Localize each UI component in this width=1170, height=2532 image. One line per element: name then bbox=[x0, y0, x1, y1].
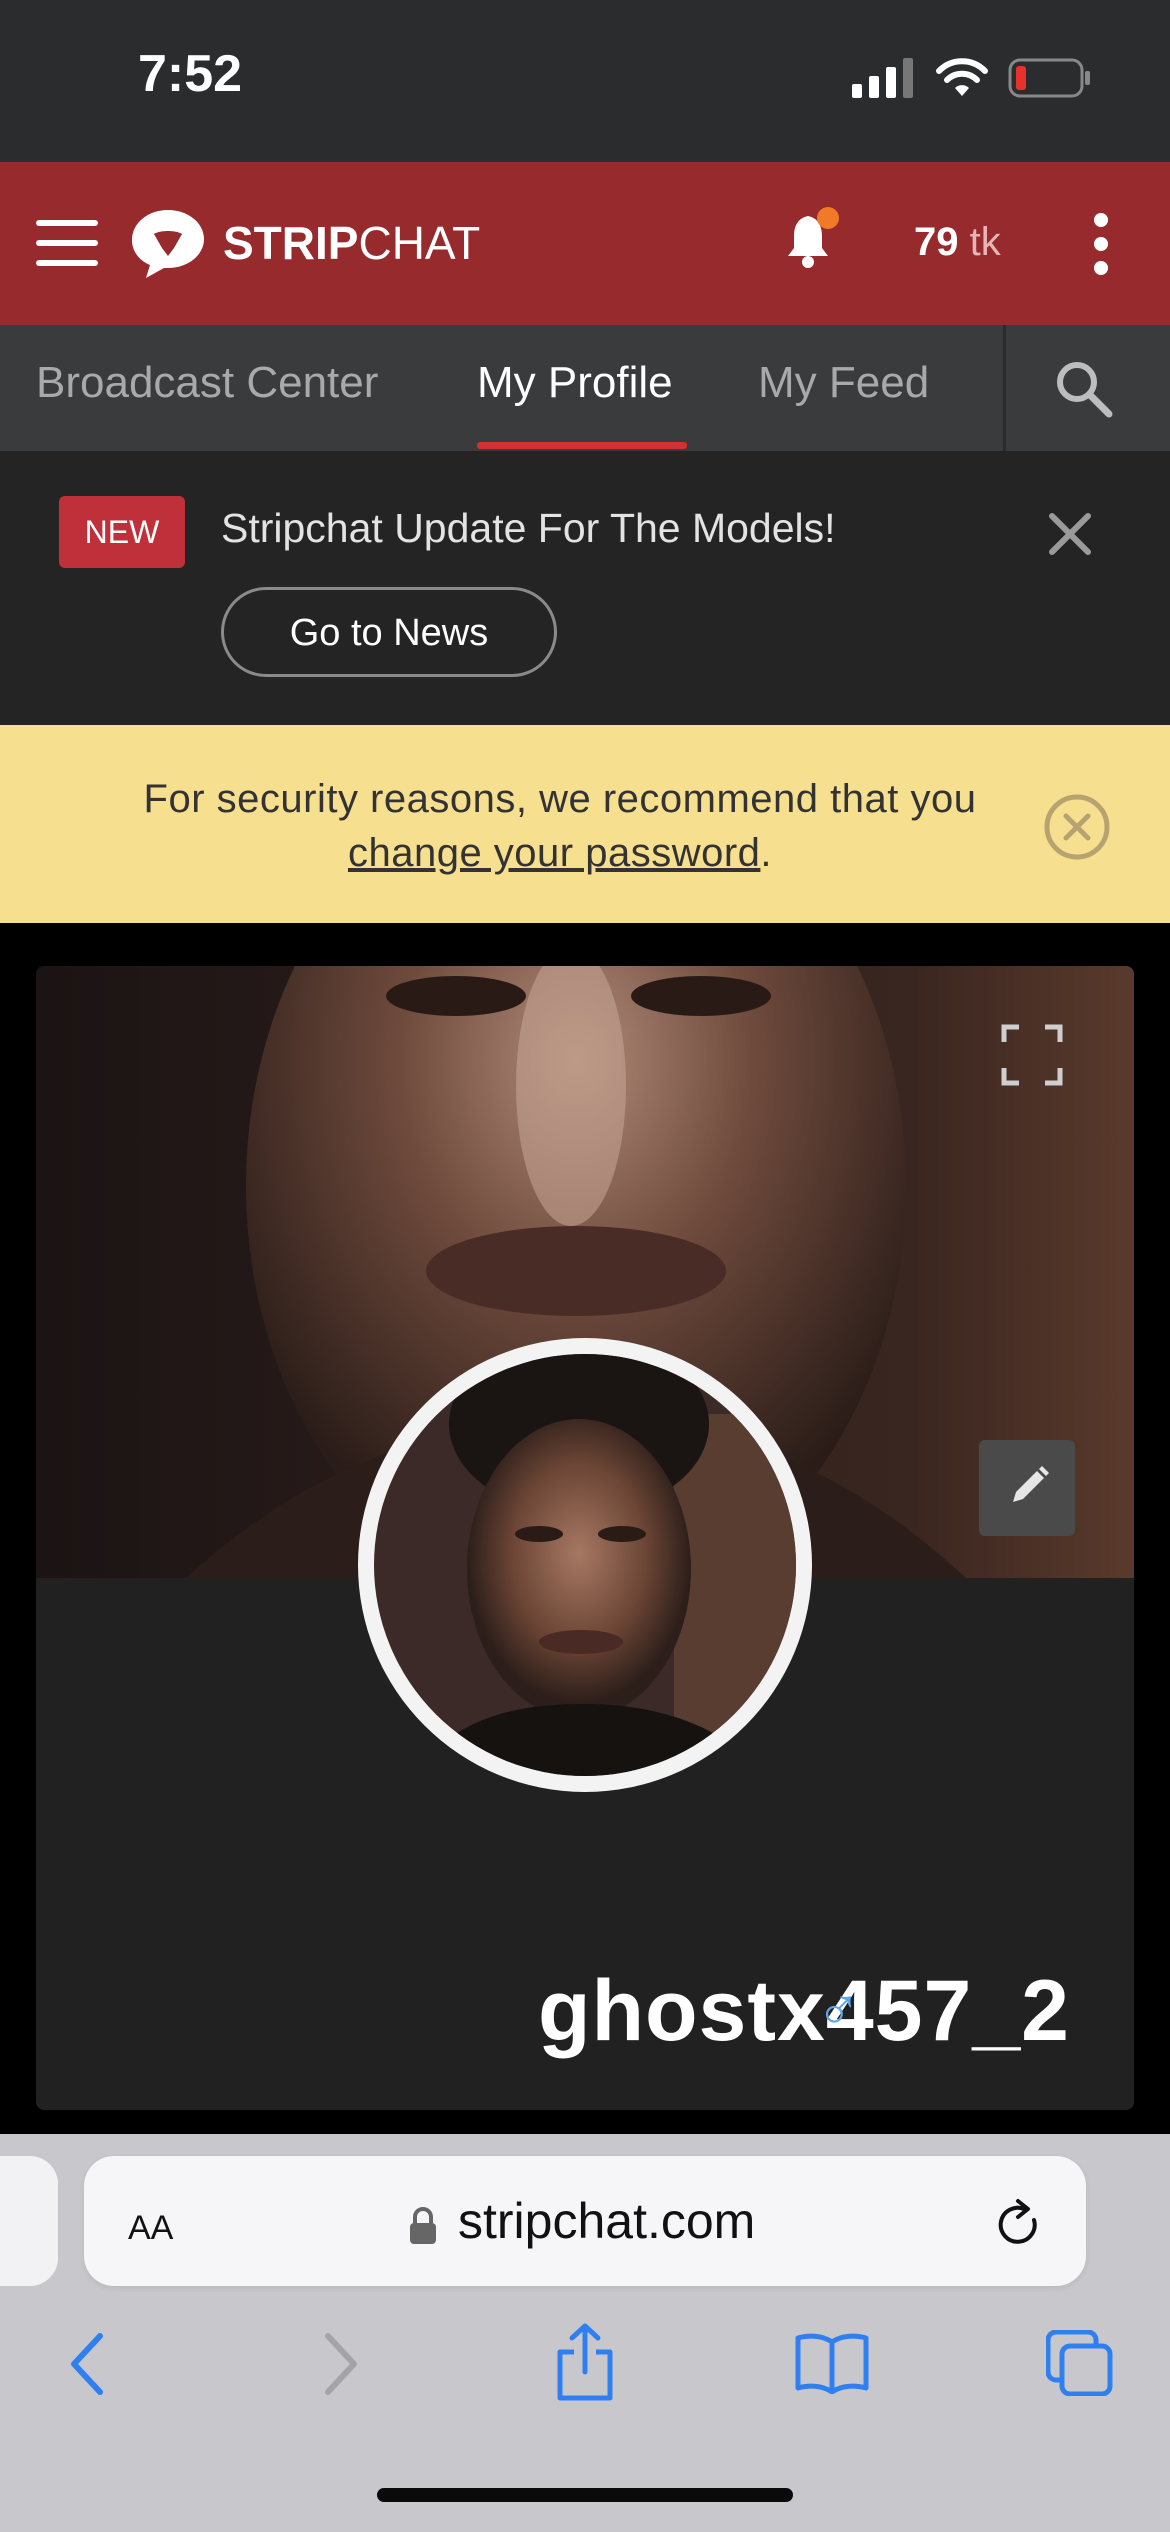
stripchat-logo-icon[interactable] bbox=[130, 208, 206, 280]
avatar[interactable] bbox=[374, 1354, 796, 1776]
tab-broadcast-center[interactable]: Broadcast Center bbox=[36, 325, 378, 451]
change-password-link[interactable]: change your password bbox=[348, 831, 760, 875]
search-icon[interactable] bbox=[1055, 360, 1113, 418]
pencil-icon bbox=[1013, 1466, 1049, 1502]
profile-username: ghostx457_2 bbox=[537, 1963, 1070, 2059]
lock-icon bbox=[410, 2207, 436, 2244]
home-indicator[interactable] bbox=[377, 2488, 793, 2502]
token-balance-unit: tk bbox=[969, 220, 1001, 264]
token-balance[interactable]: 79 tk bbox=[914, 220, 1001, 265]
hamburger-menu-icon[interactable] bbox=[36, 218, 98, 268]
share-icon[interactable] bbox=[554, 2322, 616, 2402]
brand-name-bold: STRIP bbox=[223, 217, 359, 269]
url-text[interactable]: stripchat.com bbox=[458, 2192, 755, 2250]
battery-icon bbox=[1008, 58, 1090, 98]
previous-tab-peek[interactable] bbox=[0, 2156, 58, 2286]
avatar-image bbox=[374, 1354, 796, 1776]
back-arrow-icon[interactable] bbox=[66, 2332, 106, 2396]
security-message-text: For security reasons, we recommend that … bbox=[143, 777, 977, 821]
bookmarks-icon[interactable] bbox=[794, 2332, 870, 2394]
status-time: 7:52 bbox=[138, 45, 243, 103]
reload-icon[interactable] bbox=[994, 2198, 1044, 2252]
dismiss-circle-icon[interactable] bbox=[1042, 792, 1112, 862]
text-size-label: AA bbox=[128, 2209, 174, 2247]
tab-my-feed[interactable]: My Feed bbox=[758, 325, 929, 451]
brand-name[interactable]: STRIPCHAT bbox=[223, 216, 480, 270]
go-to-news-button[interactable]: Go to News bbox=[221, 587, 557, 677]
cellular-signal-icon bbox=[852, 58, 913, 98]
notification-bell-icon[interactable] bbox=[786, 206, 842, 268]
fullscreen-icon[interactable] bbox=[1001, 1024, 1063, 1086]
male-gender-icon: ♂ bbox=[816, 1976, 861, 2043]
close-icon[interactable] bbox=[1048, 512, 1092, 556]
wifi-icon bbox=[936, 58, 988, 96]
tabs-overview-icon[interactable] bbox=[1046, 2330, 1114, 2396]
profile-tabs: Broadcast Center My Profile My Feed bbox=[0, 325, 1170, 451]
brand-name-light: CHAT bbox=[358, 217, 481, 269]
tab-my-profile[interactable]: My Profile bbox=[477, 325, 673, 451]
tab-divider bbox=[1003, 325, 1006, 451]
more-options-icon[interactable] bbox=[1092, 212, 1110, 276]
active-tab-indicator bbox=[477, 442, 687, 449]
forward-arrow-icon bbox=[325, 2333, 357, 2395]
news-headline: Stripchat Update For The Models! bbox=[221, 505, 836, 551]
security-message: For security reasons, we recommend that … bbox=[60, 772, 1060, 880]
new-badge: NEW bbox=[59, 496, 185, 568]
security-message-period: . bbox=[760, 831, 773, 875]
token-balance-value: 79 bbox=[914, 220, 959, 264]
edit-cover-button[interactable] bbox=[979, 1440, 1075, 1536]
news-banner bbox=[0, 451, 1170, 725]
text-size-button[interactable]: AA bbox=[128, 2196, 173, 2250]
